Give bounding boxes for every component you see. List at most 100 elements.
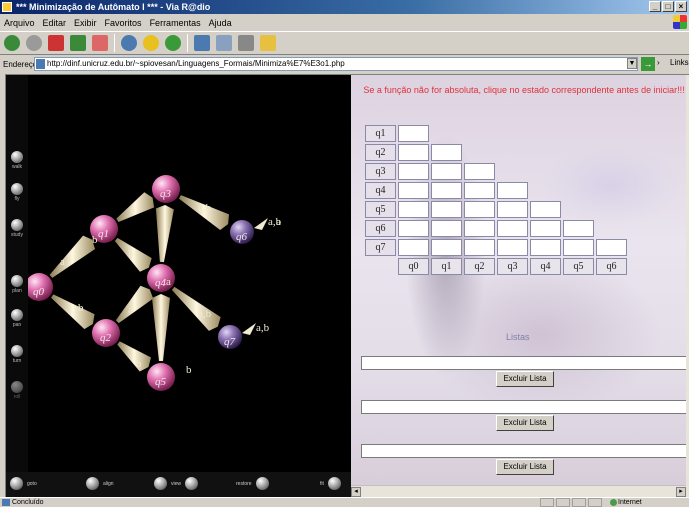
pair-cell[interactable] (563, 220, 594, 237)
excluir-lista-button-2[interactable]: Excluir Lista (496, 415, 554, 431)
folder-icon[interactable] (260, 35, 276, 51)
column-label: q5 (563, 258, 594, 275)
pair-cell[interactable] (464, 201, 495, 218)
pair-cell[interactable] (431, 239, 462, 256)
pair-cell[interactable] (431, 163, 462, 180)
pair-cell[interactable] (398, 125, 429, 142)
go-chevron-icon[interactable]: › (657, 58, 660, 67)
state-label: q4 (155, 277, 167, 289)
automaton-graph[interactable]: q0q1q2q3q4q5q6q7abababa,baba,baba,ba,b (6, 75, 351, 475)
view-button[interactable]: view (154, 477, 199, 490)
media-icon[interactable] (165, 35, 181, 51)
pair-cell[interactable] (398, 220, 429, 237)
pair-cell[interactable] (398, 182, 429, 199)
column-label: q6 (596, 258, 627, 275)
column-label: q2 (464, 258, 495, 275)
stop-icon[interactable] (48, 35, 64, 51)
vrml-viewer[interactable]: q0 q1 q2 q3 q4 q5 q6 q7 a b a b a b a,b a b a,b a b a,b a,b w… (6, 75, 351, 498)
menu-view[interactable]: Exibir (74, 18, 97, 28)
pair-cell[interactable] (398, 239, 429, 256)
pair-cell[interactable] (431, 182, 462, 199)
list-box-2[interactable] (361, 400, 689, 414)
pair-cell[interactable] (431, 220, 462, 237)
align-button[interactable]: align (86, 477, 114, 490)
pair-cell[interactable] (596, 239, 627, 256)
column-label: q0 (398, 258, 429, 275)
pan-icon (11, 309, 23, 321)
pair-cell[interactable] (497, 220, 528, 237)
transition-arrow (171, 286, 221, 331)
pair-cell[interactable] (431, 201, 462, 218)
pair-cell[interactable] (431, 144, 462, 161)
row-label: q2 (365, 144, 396, 161)
links-button[interactable]: Links (670, 58, 689, 67)
go-icon[interactable]: → (641, 57, 655, 71)
menu-file[interactable]: Arquivo (4, 18, 35, 28)
history-icon[interactable] (194, 35, 210, 51)
mail-icon[interactable] (216, 35, 232, 51)
plan-button[interactable]: plan (6, 275, 28, 294)
walk-button[interactable]: walk (6, 151, 28, 170)
transition-label: b (128, 248, 134, 260)
horizontal-scrollbar[interactable]: ◂ ▸ (351, 485, 686, 497)
pair-cell[interactable] (464, 239, 495, 256)
menu-favorites[interactable]: Favoritos (105, 18, 142, 28)
study-button[interactable]: study (6, 219, 28, 238)
pair-cell[interactable] (530, 239, 561, 256)
transition-label: b (186, 364, 192, 376)
column-header-row: q0 q1 q2 q3 q4 q5 q6 (365, 258, 627, 275)
address-input[interactable]: http://dinf.unicruz.edu.br/~spiovesan/Li… (34, 57, 638, 71)
goto-button[interactable]: goto (10, 477, 37, 490)
walk-icon (11, 151, 23, 163)
print-icon[interactable] (238, 35, 254, 51)
pair-cell[interactable] (497, 239, 528, 256)
self-loop-arrow (242, 323, 256, 335)
list-box-1[interactable] (361, 356, 689, 370)
row-label: q4 (365, 182, 396, 199)
fly-button[interactable]: fly (6, 183, 28, 202)
internet-zone-icon (610, 499, 617, 506)
pair-cell[interactable] (497, 182, 528, 199)
goto-icon (10, 477, 23, 490)
fit-button[interactable]: fit (320, 477, 341, 490)
pair-cell[interactable] (398, 201, 429, 218)
maximize-button[interactable]: □ (662, 1, 674, 12)
list-box-3[interactable] (361, 444, 689, 458)
table-row: q6 (365, 220, 627, 237)
pair-cell[interactable] (563, 239, 594, 256)
minimize-button[interactable]: _ (649, 1, 661, 12)
close-button[interactable]: × (675, 1, 687, 12)
turn-button[interactable]: turn (6, 345, 28, 364)
pair-cell[interactable] (530, 201, 561, 218)
pair-cell[interactable] (530, 220, 561, 237)
scroll-left-icon[interactable]: ◂ (351, 487, 361, 497)
table-row: q7 (365, 239, 627, 256)
menu-tools[interactable]: Ferramentas (150, 18, 201, 28)
scroll-right-icon[interactable]: ▸ (676, 487, 686, 497)
column-label: q3 (497, 258, 528, 275)
listas-title: Listas (506, 332, 530, 342)
back-icon[interactable] (4, 35, 20, 51)
address-dropdown-icon[interactable]: ▼ (627, 58, 637, 69)
pair-cell[interactable] (464, 163, 495, 180)
forward-icon[interactable] (26, 35, 42, 51)
pair-cell[interactable] (398, 144, 429, 161)
pan-button[interactable]: pan (6, 309, 28, 328)
pair-cell[interactable] (398, 163, 429, 180)
pair-cell[interactable] (497, 201, 528, 218)
search-icon[interactable] (121, 35, 137, 51)
roll-button[interactable]: roll (6, 381, 28, 400)
minimization-table: q1 q2 q3 q4 q5 q6 q7 q0 q1 q2 q3 q4 q5 q6 (363, 123, 629, 277)
state-label: q0 (33, 286, 45, 298)
excluir-lista-button-3[interactable]: Excluir Lista (496, 459, 554, 475)
favorites-icon[interactable] (143, 35, 159, 51)
home-icon[interactable] (92, 35, 108, 51)
pair-cell[interactable] (464, 220, 495, 237)
restore-button[interactable]: restore (236, 477, 269, 490)
menu-help[interactable]: Ajuda (209, 18, 232, 28)
transition-label: b (78, 302, 84, 314)
refresh-icon[interactable] (70, 35, 86, 51)
pair-cell[interactable] (464, 182, 495, 199)
menu-edit[interactable]: Editar (43, 18, 67, 28)
excluir-lista-button-1[interactable]: Excluir Lista (496, 371, 554, 387)
